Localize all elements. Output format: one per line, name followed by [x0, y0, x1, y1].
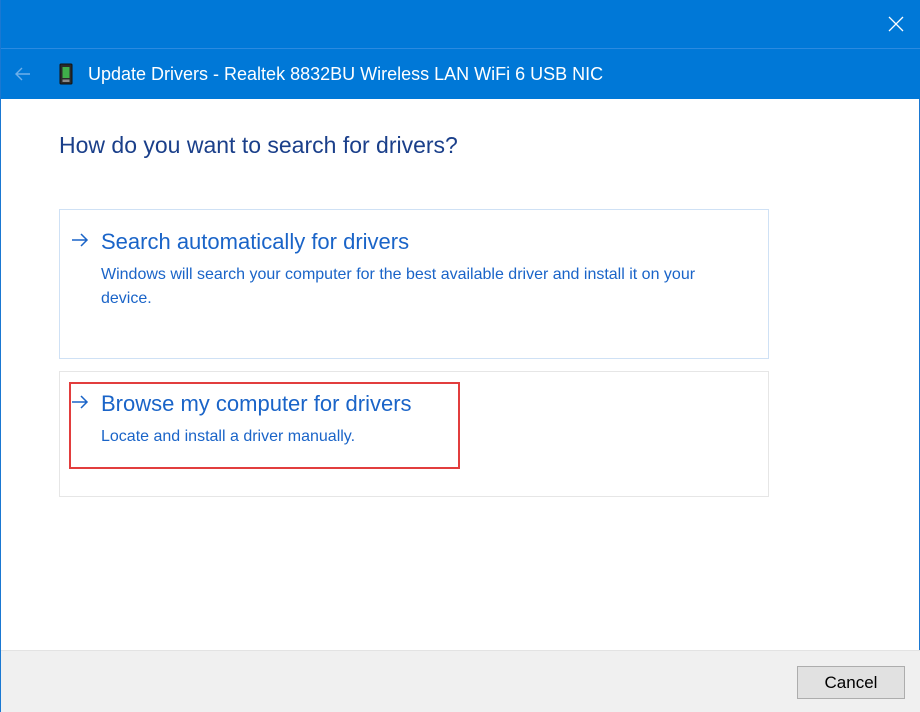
close-icon [888, 16, 904, 32]
cancel-button[interactable]: Cancel [797, 666, 905, 699]
browse-my-computer-option[interactable]: Browse my computer for drivers Locate an… [59, 371, 769, 497]
dialog-header: Update Drivers - Realtek 8832BU Wireless… [1, 48, 920, 99]
dialog-title: Update Drivers - Realtek 8832BU Wireless… [88, 63, 604, 84]
option-description: Windows will search your computer for th… [101, 266, 696, 307]
option-description: Locate and install a driver manually. [101, 428, 356, 445]
right-arrow-icon [72, 233, 89, 247]
option-title: Search automatically for drivers [101, 229, 410, 254]
update-drivers-dialog: Update Drivers - Realtek 8832BU Wireless… [0, 0, 920, 712]
dialog-footer: Cancel [1, 650, 920, 712]
close-button[interactable] [871, 0, 920, 48]
right-arrow-icon [72, 395, 89, 409]
back-arrow-icon [15, 67, 30, 81]
page-heading: How do you want to search for drivers? [59, 132, 458, 158]
back-button[interactable] [1, 49, 45, 99]
search-automatically-option[interactable]: Search automatically for drivers Windows… [59, 209, 769, 359]
network-adapter-icon [59, 63, 73, 85]
option-title: Browse my computer for drivers [101, 391, 412, 416]
title-bar [1, 0, 920, 48]
